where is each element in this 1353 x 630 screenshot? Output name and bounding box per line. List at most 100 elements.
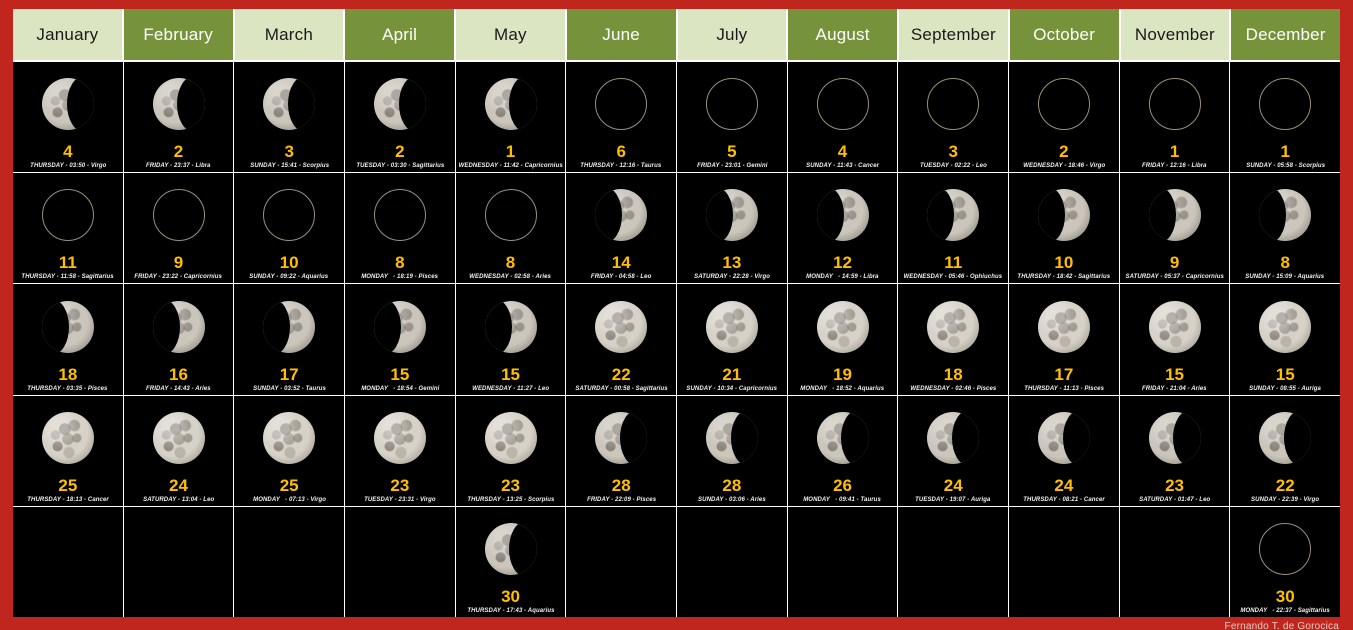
moon-phase-cell[interactable]: 21 SUNDAY - 10:34 - Capricornius: [677, 284, 787, 396]
calendar-grid-body: 4 THURSDAY - 03:50 - Virgo 11 THURSDAY - 11…: [13, 60, 1341, 618]
empty-cell[interactable]: [13, 506, 123, 618]
moon-phase-cell[interactable]: 8 SUNDAY - 15:09 - Aquarius: [1230, 173, 1341, 285]
phase-caption: MONDAY - 09:41 - Taurus: [803, 495, 882, 503]
moon-phase-cell[interactable]: 10 THURSDAY - 18:42 - Sagittarius: [1009, 173, 1119, 285]
month-header-april[interactable]: April: [345, 9, 456, 60]
empty-cell[interactable]: [123, 506, 234, 618]
moon-phase-cell[interactable]: 11 WEDNESDAY - 05:46 - Ophiuchus: [898, 173, 1009, 285]
empty-cell[interactable]: [345, 506, 455, 618]
moon-phase-cell[interactable]: 9 FRIDAY - 23:22 - Capricornius: [123, 173, 234, 285]
moon-phase-cell[interactable]: 13 SATURDAY - 22:28 - Virgo: [677, 173, 787, 285]
moon-phase-cell[interactable]: 28 FRIDAY - 22:09 - Pisces: [566, 395, 677, 507]
new-moon-icon: [152, 189, 205, 242]
phase-caption: SUNDAY - 15:41 - Scorpius: [249, 162, 329, 170]
moon-phase-cell[interactable]: 4 THURSDAY - 03:50 - Virgo: [13, 62, 123, 174]
month-header-march[interactable]: March: [234, 9, 346, 60]
moon-phase-cell[interactable]: 2 TUESDAY - 03:30 - Sagittarius: [345, 62, 455, 174]
moon-phase-cell[interactable]: 28 SUNDAY - 03:06 - Aries: [677, 395, 787, 507]
empty-cell[interactable]: [566, 506, 677, 618]
month-column-november: 1 FRIDAY - 12:16 - Libra 9 SATURDAY - 05:37…: [1119, 62, 1231, 618]
moon-phase-cell[interactable]: 22 SATURDAY - 00:58 - Sagittarius: [566, 284, 677, 396]
moon-shadow: [373, 300, 401, 353]
month-header-june[interactable]: June: [566, 9, 678, 60]
empty-cell[interactable]: [234, 506, 345, 618]
moon-phase-cell[interactable]: 15 MONDAY - 18:54 - Gemini: [345, 284, 455, 396]
moon-phase-cell[interactable]: 25 THURSDAY - 18:13 - Cancer: [13, 395, 123, 507]
full-moon-icon: [152, 411, 205, 464]
month-column-april: 2 TUESDAY - 03:30 - Sagittarius 8 MONDAY - …: [345, 62, 456, 618]
moon-phase-cell[interactable]: 8 WEDNESDAY - 02:58 - Aries: [455, 173, 566, 285]
moon-phase-cell[interactable]: 22 SUNDAY - 22:39 - Virgo: [1230, 395, 1341, 507]
moon-phase-cell[interactable]: 2 FRIDAY - 23:37 - Libra: [123, 62, 234, 174]
moon-phase-cell[interactable]: 18 WEDNESDAY - 02:46 - Pisces: [898, 284, 1009, 396]
month-header-july[interactable]: July: [677, 9, 789, 60]
day-number: 25: [58, 475, 78, 495]
moon-phase-cell[interactable]: 1 FRIDAY - 12:16 - Libra: [1119, 62, 1230, 174]
moon-phase-cell[interactable]: 10 SUNDAY - 09:22 - Aquarius: [234, 173, 345, 285]
moon-phase-cell[interactable]: 18 THURSDAY - 03:35 - Pisces: [13, 284, 123, 396]
moon-graphic-wrap: [234, 396, 344, 477]
moon-phase-cell[interactable]: 1 SUNDAY - 05:58 - Scorpius: [1230, 62, 1341, 174]
month-header-february[interactable]: February: [123, 9, 235, 60]
moon-phase-cell[interactable]: 14 FRIDAY - 04:58 - Leo: [566, 173, 677, 285]
day-number: 23: [1165, 475, 1185, 495]
moon-phase-cell[interactable]: 6 THURSDAY - 12:16 - Taurus: [566, 62, 677, 174]
moon-graphic-wrap: [1009, 396, 1119, 477]
phase-caption: FRIDAY - 14:43 - Aries: [146, 384, 211, 392]
moon-phase-cell[interactable]: 23 TUESDAY - 23:31 - Virgo: [345, 395, 455, 507]
moon-phase-cell[interactable]: 4 SUNDAY - 11:43 - Cancer: [787, 62, 898, 174]
moon-phase-cell[interactable]: 19 MONDAY - 18:52 - Aquarius: [787, 284, 898, 396]
moon-phase-cell[interactable]: 9 SATURDAY - 05:37 - Capricornius: [1119, 173, 1230, 285]
month-header-august[interactable]: August: [788, 9, 899, 60]
moon-phase-cell[interactable]: 12 MONDAY - 14:59 - Libra: [787, 173, 898, 285]
moon-phase-cell[interactable]: 5 FRIDAY - 23:01 - Gemini: [677, 62, 787, 174]
month-header-january[interactable]: January: [13, 9, 124, 60]
moon-phase-cell[interactable]: 1 WEDNESDAY - 11:42 - Capricornius: [455, 62, 566, 174]
phase-caption: TUESDAY - 02:22 - Leo: [919, 162, 987, 170]
moon-graphic-wrap: [456, 507, 566, 588]
empty-cell[interactable]: [677, 506, 787, 618]
month-column-february: 2 FRIDAY - 23:37 - Libra 9 FRIDAY - 23:22 -…: [123, 62, 235, 618]
moon-phase-cell[interactable]: 23 SATURDAY - 01:47 - Leo: [1119, 395, 1230, 507]
month-header-december[interactable]: December: [1231, 9, 1340, 60]
moon-phase-cell[interactable]: 15 FRIDAY - 21:04 - Aries: [1119, 284, 1230, 396]
moon-phase-cell[interactable]: 3 TUESDAY - 02:22 - Leo: [898, 62, 1009, 174]
month-column-march: 3 SUNDAY - 15:41 - Scorpius 10 SUNDAY - 09:…: [234, 62, 346, 618]
empty-cell[interactable]: [787, 506, 898, 618]
month-header-may[interactable]: May: [456, 9, 567, 60]
full-moon-icon: [595, 300, 648, 353]
moon-phase-cell[interactable]: 3 SUNDAY - 15:41 - Scorpius: [234, 62, 345, 174]
month-header-november[interactable]: November: [1120, 9, 1232, 60]
last-quarter-moon-icon: [595, 411, 648, 464]
moon-phase-cell[interactable]: 17 THURSDAY - 11:13 - Pisces: [1009, 284, 1119, 396]
moon-phase-cell[interactable]: 24 TUESDAY - 19:07 - Auriga: [898, 395, 1009, 507]
moon-phase-cell[interactable]: 30 MONDAY - 22:37 - Sagittarius: [1230, 506, 1341, 618]
moon-graphic-wrap: [788, 284, 898, 365]
moon-phase-cell[interactable]: 30 THURSDAY - 17:43 - Aquarius: [455, 506, 566, 618]
moon-phase-cell[interactable]: 8 MONDAY - 18:19 - Pisces: [345, 173, 455, 285]
moon-phase-cell[interactable]: 16 FRIDAY - 14:43 - Aries: [123, 284, 234, 396]
moon-phase-cell[interactable]: 15 SUNDAY - 08:55 - Auriga: [1230, 284, 1341, 396]
moon-graphic-wrap: [1120, 507, 1230, 615]
moon-phase-cell[interactable]: 15 WEDNESDAY - 11:27 - Leo: [455, 284, 566, 396]
empty-cell[interactable]: [898, 506, 1009, 618]
phase-caption: TUESDAY - 19:07 - Auriga: [915, 495, 991, 503]
day-number: 17: [279, 364, 299, 384]
first-quarter-moon-icon: [1148, 189, 1201, 242]
moon-phase-cell[interactable]: 25 MONDAY - 07:13 - Virgo: [234, 395, 345, 507]
full-moon-icon: [816, 300, 869, 353]
month-header-october[interactable]: October: [1009, 9, 1121, 60]
moon-phase-cell[interactable]: 2 WEDNESDAY - 18:46 - Virgo: [1009, 62, 1119, 174]
month-header-september[interactable]: September: [899, 9, 1010, 60]
day-number: 15: [1165, 364, 1185, 384]
moon-phase-cell[interactable]: 23 THURSDAY - 13:25 - Scorpius: [455, 395, 566, 507]
moon-phase-cell[interactable]: 11 THURSDAY - 11:58 - Sagittarius: [13, 173, 123, 285]
phase-caption: SATURDAY - 01:47 - Leo: [1138, 495, 1211, 503]
moon-phase-cell[interactable]: 17 SUNDAY - 03:52 - Taurus: [234, 284, 345, 396]
moon-phase-cell[interactable]: 26 MONDAY - 09:41 - Taurus: [787, 395, 898, 507]
moon-phase-cell[interactable]: 24 THURSDAY - 08:21 - Cancer: [1009, 395, 1119, 507]
day-number: 2: [1059, 142, 1069, 162]
empty-cell[interactable]: [1009, 506, 1119, 618]
empty-cell[interactable]: [1119, 506, 1230, 618]
moon-phase-cell[interactable]: 24 SATURDAY - 13:04 - Leo: [123, 395, 234, 507]
